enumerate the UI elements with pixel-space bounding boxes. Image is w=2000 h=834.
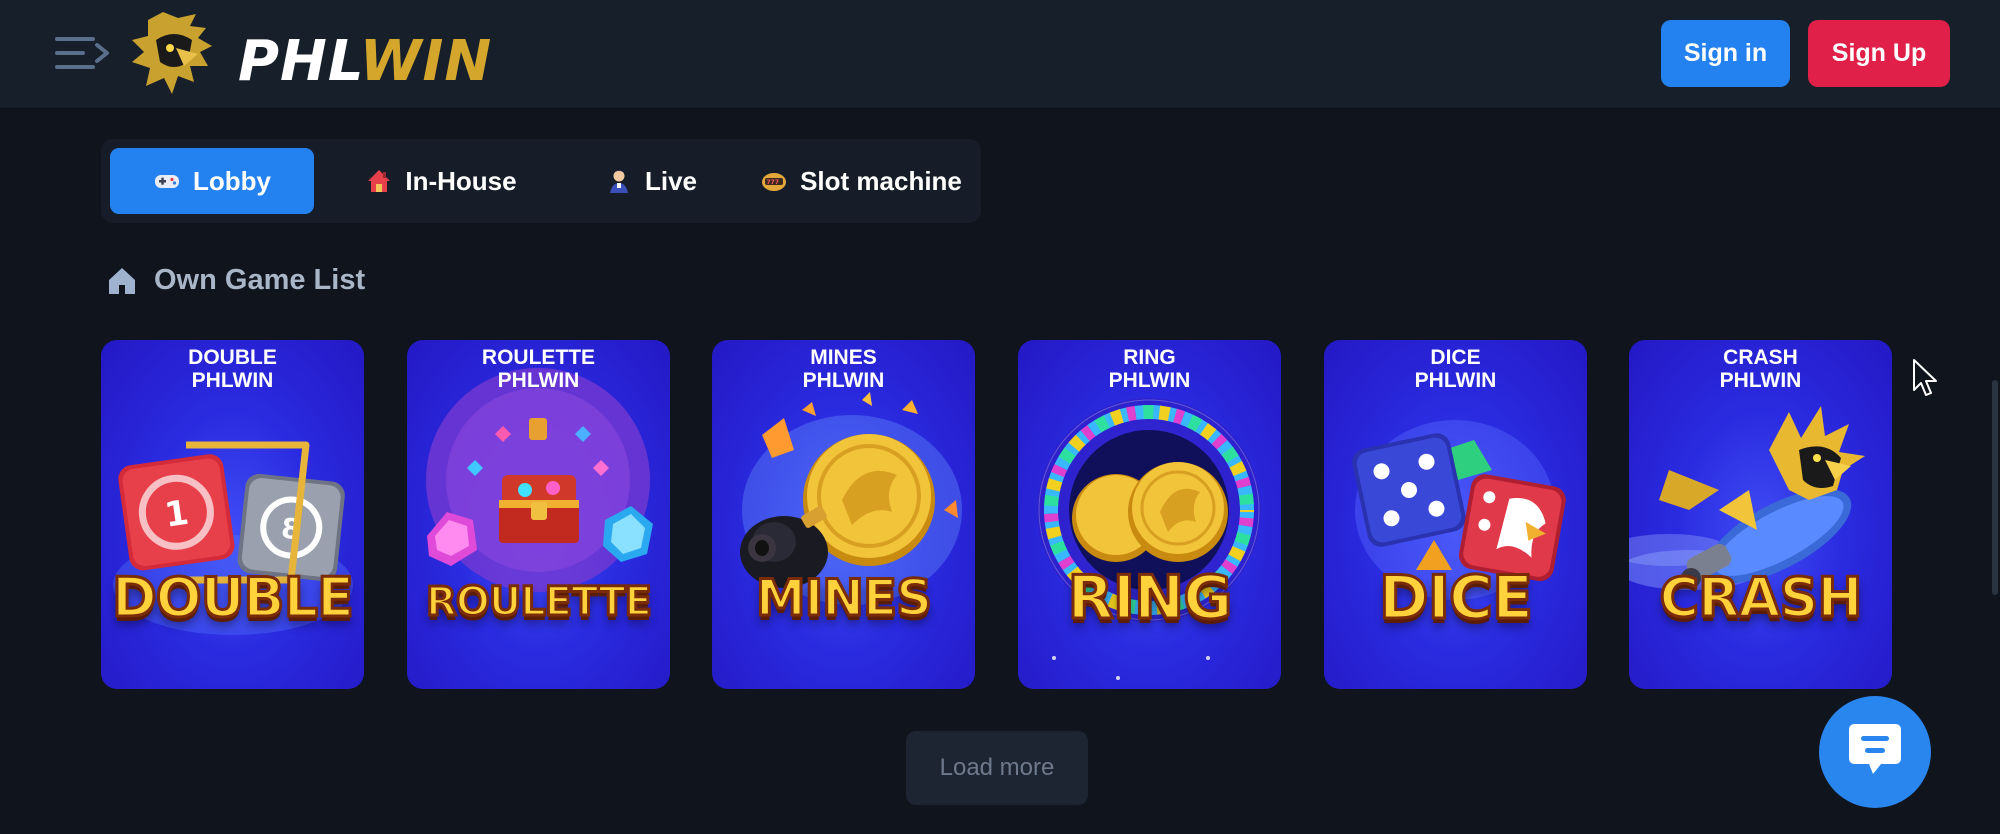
- game-card-double[interactable]: 1 8 DOUBLE PHLWIN DOUBLE: [101, 340, 364, 689]
- game-card-title: RING PHLWIN: [1108, 346, 1191, 392]
- svg-text:777: 777: [767, 179, 780, 186]
- live-chat-button[interactable]: [1819, 696, 1931, 808]
- game-card-logo-text: DICE: [1377, 563, 1534, 633]
- game-card-logo-text: ROULETTE: [425, 578, 654, 627]
- tab-in-house-label: In-House: [405, 165, 517, 196]
- game-card-logo-text: RING: [1066, 563, 1234, 633]
- gamepad-icon: [155, 175, 179, 188]
- game-card-crash[interactable]: CRASH PHLWIN CRASH: [1629, 340, 1892, 689]
- game-card-dice[interactable]: DICE PHLWIN DICE: [1324, 340, 1587, 689]
- phlwin-logo[interactable]: PHLWIN: [128, 10, 518, 98]
- game-card-title: MINES PHLWIN: [802, 346, 885, 392]
- crash-artwork: [1629, 406, 1865, 590]
- chat-bubble-icon: [1849, 724, 1901, 774]
- logo-text-win: WIN: [359, 29, 493, 94]
- home-icon: [109, 267, 135, 294]
- golden-eagle-icon: [132, 12, 212, 94]
- category-tabs: Lobby In-House Live 777 Slot machine: [101, 139, 981, 223]
- menu-toggle-icon[interactable]: [55, 33, 111, 73]
- tab-slot-machine-label: Slot machine: [800, 165, 962, 196]
- game-card-logo-text: DOUBLE: [110, 566, 355, 629]
- dealer-icon: [609, 170, 628, 193]
- game-card-logo-text: MINES: [754, 568, 933, 629]
- game-card-title: ROULETTE PHLWIN: [481, 346, 596, 392]
- sign-in-button[interactable]: Sign in: [1661, 20, 1790, 87]
- tab-in-house[interactable]: In-House: [341, 148, 541, 214]
- dice-artwork: [1352, 420, 1566, 600]
- game-card-title: DICE PHLWIN: [1414, 346, 1497, 392]
- tab-slot-machine[interactable]: 777 Slot machine: [746, 148, 976, 214]
- mines-artwork: [740, 392, 962, 605]
- section-title-text: Own Game List: [154, 264, 366, 296]
- game-card-title: DOUBLE PHLWIN: [188, 346, 277, 392]
- mouse-cursor-icon: [1913, 359, 1937, 396]
- game-card-logo-text: CRASH: [1658, 566, 1864, 629]
- game-card-title: CRASH PHLWIN: [1719, 346, 1802, 392]
- roulette-artwork: [426, 368, 653, 592]
- tab-live-label: Live: [644, 165, 698, 196]
- logo-wordmark: PHLWIN: [238, 32, 492, 92]
- double-artwork: 1 8: [113, 441, 353, 635]
- slot-icon: 777: [762, 173, 787, 191]
- load-more-button[interactable]: Load more: [906, 731, 1088, 805]
- house-icon: [368, 170, 391, 192]
- game-card-roulette[interactable]: ROULETTE PHLWIN ROULETTE: [407, 340, 670, 689]
- scrollbar-thumb[interactable]: [1992, 380, 1998, 595]
- tab-lobby-label: Lobby: [193, 165, 271, 196]
- section-heading: Own Game List: [106, 264, 365, 297]
- top-header: PHLWIN Sign in Sign Up: [0, 0, 2000, 109]
- tab-lobby[interactable]: Lobby: [110, 148, 314, 214]
- sign-up-button[interactable]: Sign Up: [1808, 20, 1950, 87]
- game-card-mines[interactable]: MINES PHLWIN MINES: [712, 340, 975, 689]
- game-card-ring[interactable]: RING PHLWIN RING: [1018, 340, 1281, 689]
- tab-live[interactable]: Live: [576, 148, 726, 214]
- ring-artwork: [1037, 398, 1261, 680]
- logo-text-phl: PHL: [238, 29, 360, 94]
